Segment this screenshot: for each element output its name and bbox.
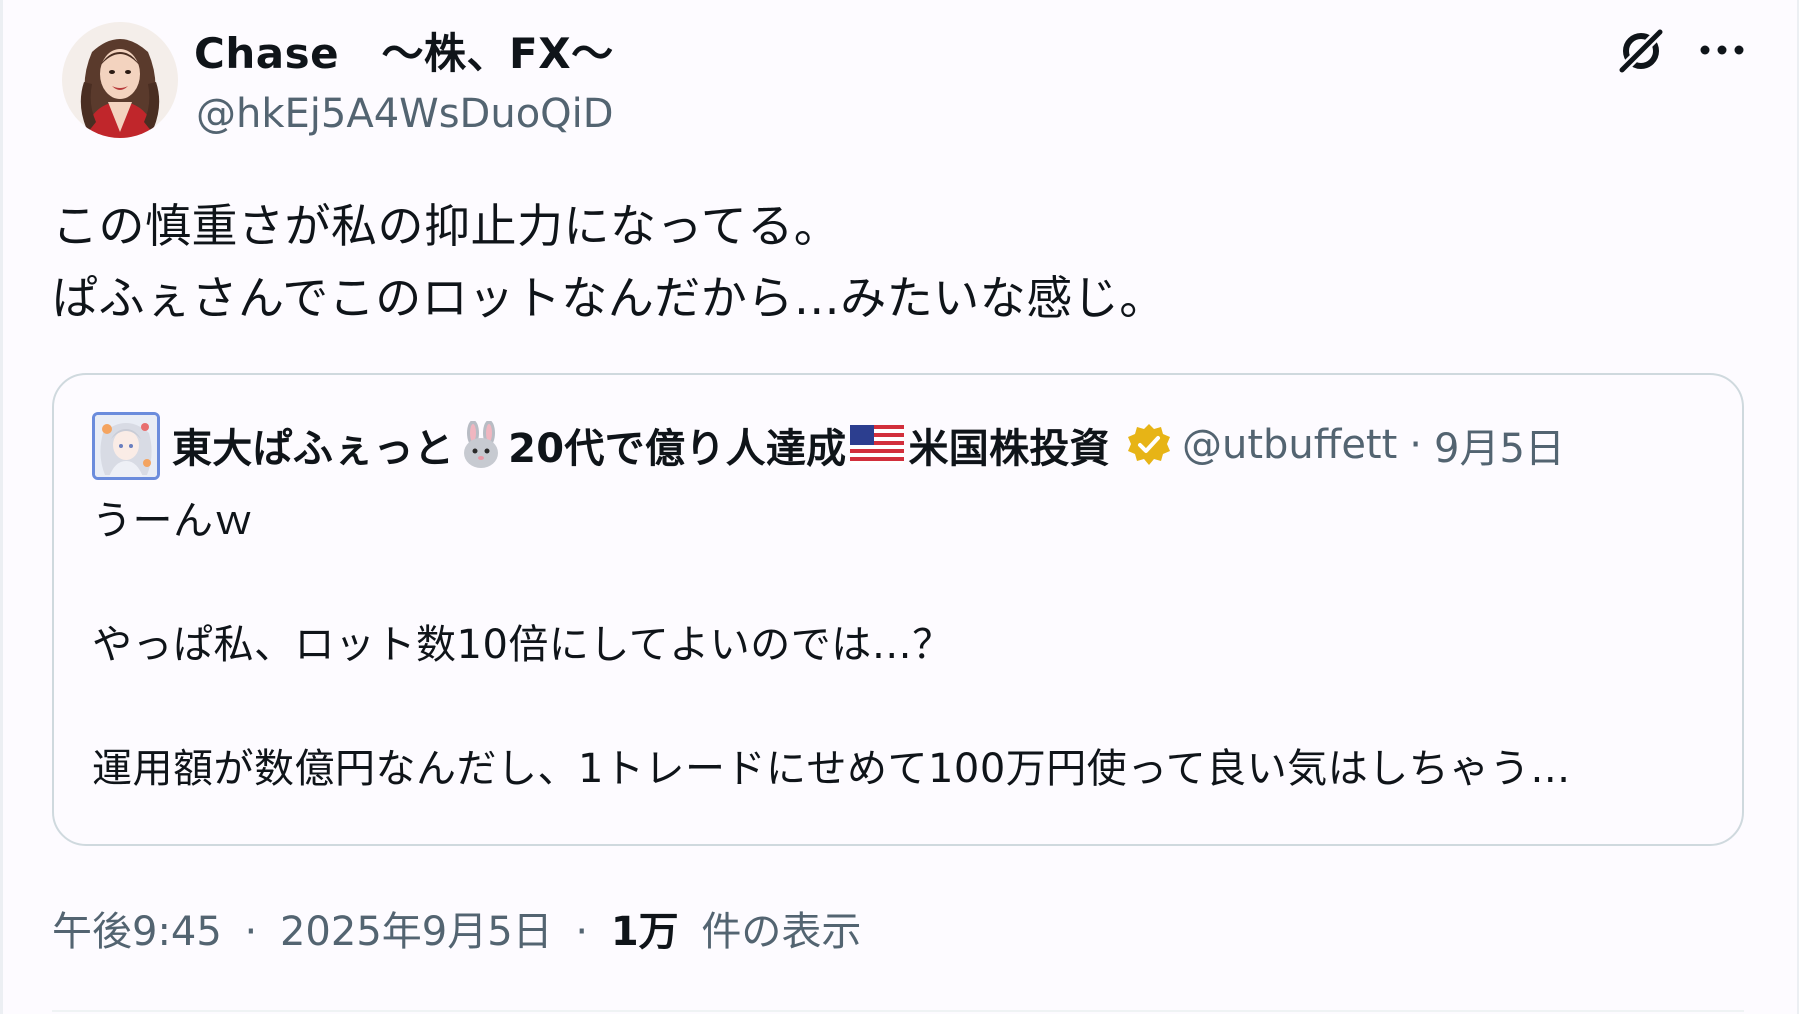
grok-button[interactable]	[1612, 22, 1670, 80]
quoted-tweet-card[interactable]: 東大ぱふぇっと 20代で億り人達成 米国株投資 @utbuffett · 9月5…	[52, 373, 1744, 846]
quoted-author-handle[interactable]: @utbuffett	[1182, 422, 1397, 468]
page-edge	[0, 0, 3, 1014]
grok-icon	[1615, 25, 1667, 77]
quoted-author-name-part1[interactable]: 東大ぱふぇっと	[172, 416, 454, 474]
author-avatar[interactable]	[62, 22, 178, 138]
separator-dot: ·	[1409, 422, 1423, 468]
quoted-text-line: うーんｗ	[92, 498, 254, 544]
us-flag-emoji-icon	[850, 425, 905, 465]
views-label: 件の表示	[701, 909, 862, 955]
views-count: 1万	[610, 909, 679, 955]
tweet-date[interactable]: 2025年9月5日	[280, 909, 553, 955]
verified-badge-icon	[1127, 424, 1170, 465]
tweet-text: この慎重さが私の抑止力になってる。 ぱふぇさんでこのロットなんだから…みたいな感…	[52, 199, 1166, 325]
quoted-text-line: 運用額が数億円なんだし、1トレードにせめて100万円使って良い気はしちゃう…	[92, 746, 1571, 792]
separator-dot: ·	[575, 909, 589, 955]
quoted-author-name-part2[interactable]: 20代で億り人達成	[508, 416, 846, 474]
quoted-tweet-header: 東大ぱふぇっと 20代で億り人達成 米国株投資 @utbuffett · 9月5…	[172, 415, 1565, 475]
quoted-author-avatar[interactable]	[92, 412, 160, 480]
rabbit-emoji-icon	[464, 421, 499, 468]
quoted-tweet-date[interactable]: 9月5日	[1434, 416, 1565, 474]
separator-dot: ·	[244, 909, 258, 955]
tweet-time[interactable]: 午後9:45	[52, 909, 222, 955]
author-display-name[interactable]: Chase ～株、FX～	[194, 24, 614, 84]
divider	[52, 1010, 1744, 1012]
user-avatar-icon	[62, 22, 178, 138]
anime-avatar-icon	[95, 415, 157, 477]
author-handle[interactable]: @hkEj5A4WsDuoQiD	[196, 86, 614, 142]
quoted-text-line: やっぱ私、ロット数10倍にしてよいのでは…？	[92, 622, 953, 668]
tweet-meta: 午後9:45 · 2025年9月5日 · 1万 件の表示	[52, 902, 861, 962]
more-options-button[interactable]	[1694, 30, 1750, 70]
quoted-author-name-part3[interactable]: 米国株投資	[908, 416, 1110, 474]
quoted-tweet-body: うーんｗ やっぱ私、ロット数10倍にしてよいのでは…？ 運用額が数億円なんだし、…	[92, 490, 1712, 800]
more-options-icon	[1700, 45, 1744, 55]
